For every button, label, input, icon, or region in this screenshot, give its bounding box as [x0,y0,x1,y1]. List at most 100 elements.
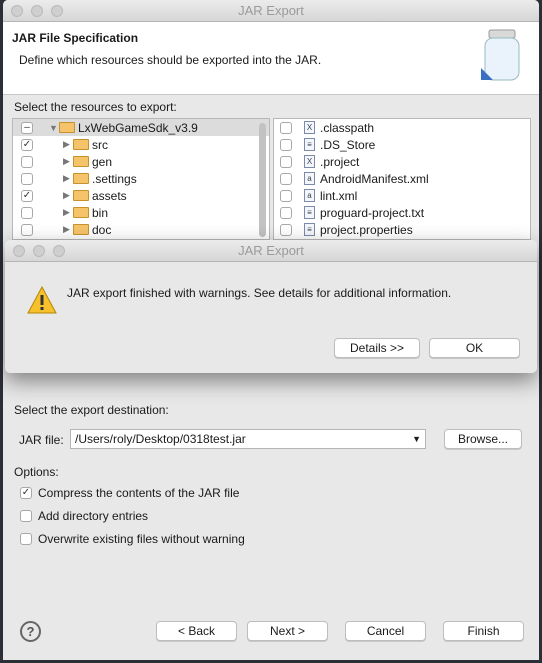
tree-item-label: .settings [92,171,137,186]
checkbox[interactable] [280,121,292,134]
option-label: Compress the contents of the JAR file [38,486,240,500]
tree-item[interactable]: – ▼ LxWebGameSdk_v3.9 [13,119,269,136]
alert-dialog: JAR Export JAR export finished with warn… [5,240,537,373]
package-folder-icon [73,156,89,167]
file-item[interactable]: a lint.xml [274,187,530,204]
cancel-button[interactable]: Cancel [345,621,426,641]
jar-file-value: /Users/roly/Desktop/0318test.jar [75,432,246,446]
checkbox[interactable] [280,206,292,219]
tree-item-label: bin [92,205,109,220]
details-button[interactable]: Details >> [334,338,420,358]
android-file-icon: a [304,172,315,185]
next-button[interactable]: Next > [247,621,328,641]
file-item[interactable]: ≡ .DS_Store [274,136,530,153]
ok-button[interactable]: OK [429,338,520,358]
checkbox[interactable] [21,206,33,219]
expand-arrow-icon[interactable]: ▶ [63,207,73,218]
option-label: Overwrite existing files without warning [38,532,245,546]
resources-label: Select the resources to export: [14,100,177,114]
folder-icon [73,190,89,201]
file-item[interactable]: ≡ proguard-project.txt [274,204,530,221]
jar-file-label: JAR file: [19,433,64,447]
file-item[interactable]: X .project [274,153,530,170]
tree-item[interactable]: ✓ ▶ assets [13,187,269,204]
file-item[interactable]: a AndroidManifest.xml [274,170,530,187]
checkbox[interactable] [20,533,32,545]
file-list[interactable]: X .classpath ≡ .DS_Store X .project a AndroidMa… [273,118,531,240]
resource-tree[interactable]: – ▼ LxWebGameSdk_v3.9 ✓ ▶ src ▶ gen ▶ .settings ✓ ▶… [12,118,270,240]
warning-icon [27,286,57,314]
expand-arrow-icon[interactable]: ▶ [63,173,73,184]
tree-item[interactable]: ▶ doc [13,221,269,238]
option-checkbox[interactable]: Add directory entries [20,509,148,523]
xml-file-icon: X [304,121,315,134]
minimize-button[interactable] [31,5,43,17]
checkbox[interactable]: – [21,121,33,134]
android-file-icon: a [304,189,315,202]
text-file-icon: ≡ [304,223,315,236]
tree-item[interactable]: ✓ ▶ src [13,136,269,153]
project-icon [59,122,75,133]
wizard-header: JAR File Specification Define which reso… [3,22,539,95]
help-icon[interactable]: ? [20,621,41,642]
file-item-label: AndroidManifest.xml [320,171,429,186]
alert-zoom-button[interactable] [53,245,65,257]
tree-item-label: src [92,137,108,152]
tree-item-label: doc [92,222,112,237]
file-item-label: lint.xml [320,188,358,203]
checkbox[interactable] [280,172,292,185]
expand-arrow-icon[interactable]: ▶ [63,139,73,150]
checkbox[interactable] [280,189,292,202]
tree-item-label: gen [92,154,113,169]
chevron-down-icon: ▼ [412,434,421,444]
checkbox[interactable] [21,172,33,185]
folder-icon [73,173,89,184]
zoom-button[interactable] [51,5,63,17]
browse-button[interactable]: Browse... [444,429,522,449]
checkbox[interactable] [280,223,292,236]
page-description: Define which resources should be exporte… [19,53,322,67]
options-label: Options: [14,465,59,479]
option-checkbox[interactable]: ✓ Compress the contents of the JAR file [20,486,239,500]
tree-item[interactable]: ▶ bin [13,204,269,221]
tree-item-label: assets [92,188,127,203]
expand-arrow-icon[interactable]: ▶ [63,190,73,201]
finish-button[interactable]: Finish [443,621,524,641]
file-item-label: .project [320,154,360,169]
file-item-label: .DS_Store [320,137,376,152]
page-title: JAR File Specification [12,31,139,45]
expand-arrow-icon[interactable]: ▶ [63,156,73,167]
checkbox[interactable] [21,155,33,168]
alert-close-button[interactable] [13,245,25,257]
option-checkbox[interactable]: Overwrite existing files without warning [20,532,245,546]
jar-file-combo[interactable]: /Users/roly/Desktop/0318test.jar ▼ [70,429,426,449]
package-folder-icon [73,139,89,150]
checkbox[interactable] [280,138,292,151]
tree-item[interactable]: ▶ .settings [13,170,269,187]
xml-file-icon: X [304,155,315,168]
checkbox[interactable]: ✓ [21,189,33,202]
file-item[interactable]: X .classpath [274,119,530,136]
window-title: JAR Export [238,3,304,18]
alert-title: JAR Export [238,243,304,258]
close-button[interactable] [11,5,23,17]
checkbox[interactable] [20,510,32,522]
file-item[interactable]: ≡ project.properties [274,221,530,238]
folder-icon [73,207,89,218]
checkbox[interactable] [21,223,33,236]
tree-item-label: LxWebGameSdk_v3.9 [78,120,198,135]
text-file-icon: ≡ [304,206,315,219]
alert-message: JAR export finished with warnings. See d… [67,286,452,300]
checkbox[interactable]: ✓ [21,138,33,151]
scrollbar[interactable] [259,123,266,237]
checkbox[interactable] [280,155,292,168]
alert-minimize-button[interactable] [33,245,45,257]
expand-arrow-open-icon[interactable]: ▼ [49,123,59,133]
checkbox[interactable]: ✓ [20,487,32,499]
file-item-label: project.properties [320,222,413,237]
jar-icon [481,29,520,81]
tree-item[interactable]: ▶ gen [13,153,269,170]
back-button[interactable]: < Back [156,621,237,641]
file-item-label: .classpath [320,120,375,135]
expand-arrow-icon[interactable]: ▶ [63,224,73,235]
